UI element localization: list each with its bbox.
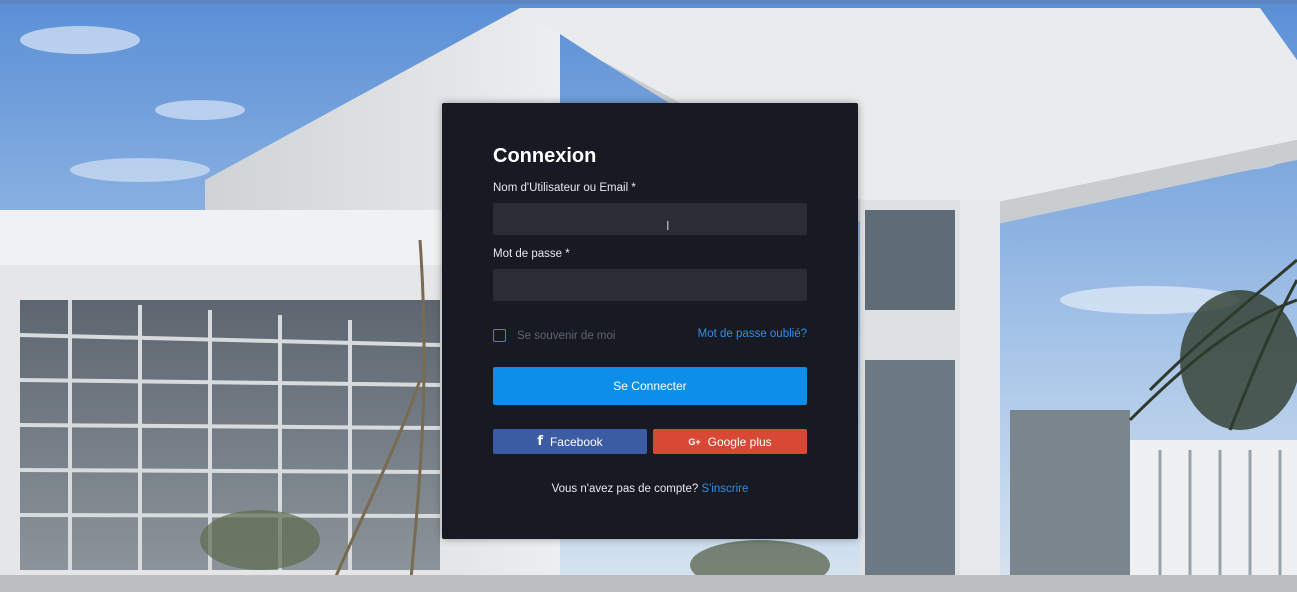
login-button[interactable]: Se Connecter (493, 367, 807, 405)
password-label: Mot de passe * (493, 248, 570, 260)
checkbox-icon[interactable] (493, 329, 506, 342)
login-card: Connexion Nom d'Utilisateur ou Email * I… (442, 103, 858, 539)
text-cursor-icon: I (666, 219, 670, 233)
google-plus-label: Google plus (707, 434, 772, 449)
facebook-f-icon: f (537, 434, 543, 449)
google-plus-login-button[interactable]: G+ Google plus (653, 429, 807, 454)
facebook-label: Facebook (549, 434, 603, 449)
forgot-password-link[interactable]: Mot de passe oublié? (698, 328, 807, 340)
username-label: Nom d'Utilisateur ou Email * (493, 182, 636, 194)
no-account-text: Vous n'avez pas de compte? (551, 483, 699, 495)
remember-me-checkbox[interactable]: Se souvenir de moi (493, 329, 615, 342)
signup-link[interactable]: S'inscrire (701, 483, 748, 495)
remember-me-label: Se souvenir de moi (517, 329, 616, 342)
username-input[interactable] (493, 203, 807, 235)
facebook-login-button[interactable]: f Facebook (493, 429, 647, 454)
login-title: Connexion (493, 145, 597, 167)
window-top-border (0, 0, 1297, 4)
password-input[interactable] (493, 269, 807, 301)
signup-prompt: Vous n'avez pas de compte? S'inscrire (442, 483, 858, 495)
google-plus-icon: G+ (688, 436, 701, 447)
